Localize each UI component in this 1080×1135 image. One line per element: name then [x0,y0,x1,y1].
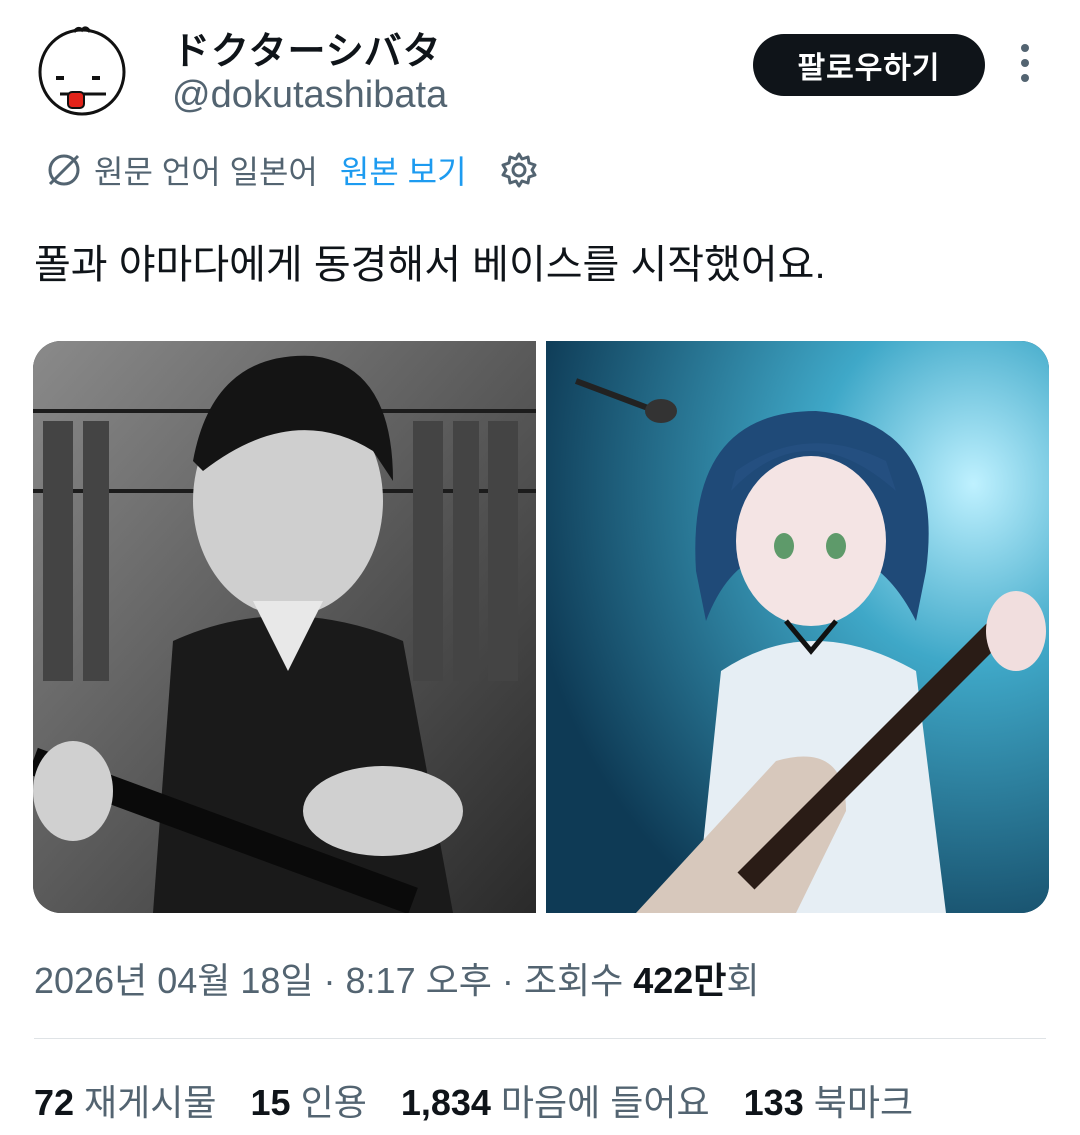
user-handle[interactable]: @dokutashibata [172,74,447,117]
tweet-text: 폴과 야마다에게 동경해서 베이스를 시작했어요. [34,243,826,287]
view-suffix: 회 [726,960,760,1001]
translation-bar: 원문 언어 일본어 원본 보기 [44,145,539,195]
stat-label: 인용 [300,1082,367,1123]
media-grid [33,341,1049,913]
timestamp[interactable]: 2026년 04월 18일 · 8:17 오후 · 조회수 [34,960,633,1001]
stat-count: 72 [34,1082,75,1123]
gear-icon[interactable] [499,150,539,190]
media-image-right[interactable] [546,341,1049,913]
view-count: 422만 [633,960,727,1001]
show-original-link[interactable]: 원본 보기 [340,147,467,193]
stat-label: 재게시물 [84,1082,217,1123]
globe-slash-icon [48,154,80,186]
divider [34,1038,1046,1039]
stat-count: 15 [250,1082,291,1123]
avatar-drawing-icon [38,26,126,116]
stat-reposts[interactable]: 72 재게시물 [34,1074,217,1126]
source-language-label: 원문 언어 일본어 [94,154,318,190]
display-name[interactable]: ドクターシバタ [172,20,442,75]
stat-label: 북마크 [813,1082,914,1123]
avatar[interactable] [34,22,130,118]
stat-bookmarks[interactable]: 133 북마크 [744,1074,913,1126]
engagement-stats: 72 재게시물 15 인용 1,834 마음에 들어요 133 북마크 [34,1074,947,1126]
stat-count: 133 [743,1082,804,1123]
stat-likes[interactable]: 1,834 마음에 들어요 [401,1074,710,1126]
more-vertical-icon[interactable] [1010,40,1040,86]
follow-button[interactable]: 팔로우하기 [753,34,985,96]
stat-count: 1,834 [400,1082,491,1123]
stat-label: 마음에 들어요 [500,1082,710,1123]
tweet-meta: 2026년 04월 18일 · 8:17 오후 · 조회수 422만회 [34,952,760,1004]
media-image-left[interactable] [33,341,536,913]
stat-quotes[interactable]: 15 인용 [251,1074,367,1126]
